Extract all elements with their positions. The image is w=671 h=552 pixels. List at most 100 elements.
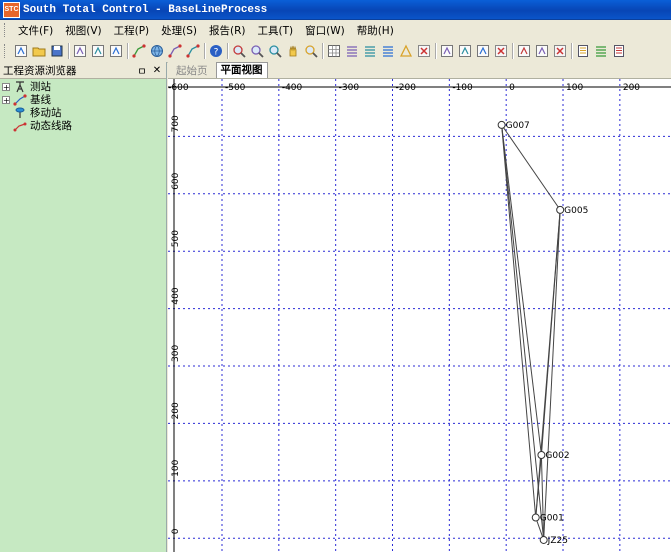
net-c-icon[interactable]: [476, 44, 491, 59]
menu-help[interactable]: 帮助(H): [351, 23, 400, 38]
toolbar-separator: [204, 43, 205, 59]
zoom-window-icon[interactable]: [304, 44, 319, 59]
error-icon[interactable]: [553, 44, 568, 59]
open-folder-icon[interactable]: [32, 44, 47, 59]
menu-tools[interactable]: 工具(T): [252, 23, 300, 38]
globe-icon[interactable]: [150, 44, 165, 59]
app-logo-icon: STC: [3, 1, 20, 18]
toolbar-separator: [68, 43, 69, 59]
toolbar: ?: [0, 40, 671, 63]
menu-view[interactable]: 视图(V): [59, 23, 107, 38]
station-label: G007: [506, 121, 530, 131]
baseline-node-icon: [13, 93, 27, 106]
tree-item-stations[interactable]: + 测站: [2, 80, 166, 93]
list-edit-icon[interactable]: [345, 44, 360, 59]
list-detail-icon[interactable]: [381, 44, 396, 59]
plan-view-canvas[interactable]: -600 -500 -400 -300 -200 -100 0 100 200 0 100 200 30…: [168, 79, 671, 552]
toolbar-separator: [571, 43, 572, 59]
menu-process[interactable]: 处理(S): [155, 23, 203, 38]
baseline-edge: [535, 209, 561, 518]
toolbar-separator: [435, 43, 436, 59]
tab-plan-view[interactable]: 平面视图: [215, 62, 268, 78]
level-icon[interactable]: [186, 44, 201, 59]
title-bar: STC South Total Control - BaseLineProces…: [0, 0, 671, 20]
net-b-icon[interactable]: [458, 44, 473, 59]
new-file-icon[interactable]: [14, 44, 29, 59]
station-point[interactable]: [497, 120, 506, 129]
tree-item-rover[interactable]: 移动站: [2, 106, 166, 119]
close-loop-icon[interactable]: [535, 44, 550, 59]
station-label: JZ25: [547, 536, 568, 546]
station-point[interactable]: [537, 450, 546, 459]
dynamic-route-icon: [13, 120, 27, 132]
toolbar-separator: [127, 43, 128, 59]
document-tabs: 起始页 平面视图: [168, 62, 671, 79]
x-tick-label: -300: [339, 83, 360, 93]
tree-item-dynamic-route[interactable]: 动态线路: [2, 119, 166, 132]
y-tick-label: 600: [171, 172, 181, 189]
toolbar-grip[interactable]: [4, 44, 8, 58]
x-tick-label: 100: [566, 83, 583, 93]
y-tick-label: 700: [171, 115, 181, 132]
station-point[interactable]: [556, 205, 565, 214]
triangle-icon[interactable]: [399, 44, 414, 59]
rover-icon: [13, 107, 27, 119]
svg-text:?: ?: [214, 48, 219, 58]
tree-item-baselines[interactable]: + 基线: [2, 93, 166, 106]
window-title: South Total Control - BaseLineProcess: [23, 3, 268, 16]
zoom-in-icon[interactable]: [232, 44, 247, 59]
coordinate-icon[interactable]: [168, 44, 183, 59]
x-tick-label: -500: [225, 83, 246, 93]
menu-report[interactable]: 报告(R): [203, 23, 252, 38]
list-icon[interactable]: [363, 44, 378, 59]
x-tick-label: -200: [396, 83, 417, 93]
station-icon: [13, 80, 27, 93]
station-point[interactable]: [531, 513, 540, 522]
baseline-edge: [501, 124, 545, 540]
y-tick-label: 200: [171, 402, 181, 419]
menu-bar: 文件(F) 视图(V) 工程(P) 处理(S) 报告(R) 工具(T) 窗口(W…: [0, 20, 671, 41]
menu-grip[interactable]: [4, 23, 8, 37]
x-tick-label: -400: [282, 83, 303, 93]
y-tick-label: 400: [171, 287, 181, 304]
y-tick-label: 500: [171, 230, 181, 247]
pin-icon[interactable]: ㅁ: [136, 63, 148, 78]
report-export-icon[interactable]: [612, 44, 627, 59]
menu-project[interactable]: 工程(P): [108, 23, 156, 38]
station-label: G001: [540, 514, 564, 524]
baseline-icon[interactable]: [132, 44, 147, 59]
toolbar-separator: [512, 43, 513, 59]
station-point[interactable]: [539, 535, 548, 544]
net-delete-icon[interactable]: [494, 44, 509, 59]
zoom-out-icon[interactable]: [250, 44, 265, 59]
adjust-icon[interactable]: [517, 44, 532, 59]
import-icon[interactable]: [73, 44, 88, 59]
report-icon[interactable]: [576, 44, 591, 59]
expand-icon[interactable]: +: [2, 82, 10, 91]
cross-icon[interactable]: [417, 44, 432, 59]
project-tree: + 测站 + 基线 移动站 动态线路: [0, 79, 166, 132]
save-icon[interactable]: [50, 44, 65, 59]
grid-icon[interactable]: [327, 44, 342, 59]
y-tick-label: 100: [171, 459, 181, 476]
net-a-icon[interactable]: [440, 44, 455, 59]
menu-file[interactable]: 文件(F): [12, 23, 59, 38]
pan-hand-icon[interactable]: [286, 44, 301, 59]
edit-icon[interactable]: [109, 44, 124, 59]
report-list-icon[interactable]: [594, 44, 609, 59]
menu-window[interactable]: 窗口(W): [299, 23, 351, 38]
tab-start-page[interactable]: 起始页: [172, 64, 212, 78]
zoom-all-icon[interactable]: [268, 44, 283, 59]
close-icon[interactable]: ✕: [151, 65, 163, 76]
tree-item-label: 动态线路: [30, 120, 72, 132]
panel-title: 工程资源浏览器: [3, 64, 77, 77]
expand-icon[interactable]: +: [2, 95, 10, 104]
x-tick-label: 200: [623, 83, 640, 93]
toolbar-separator: [322, 43, 323, 59]
baseline-edge: [501, 124, 537, 518]
print-preview-icon[interactable]: [91, 44, 106, 59]
help-icon[interactable]: ?: [209, 44, 224, 59]
plan-view-plot[interactable]: -600 -500 -400 -300 -200 -100 0 100 200 0 100 200 30…: [168, 79, 671, 552]
station-label: G002: [545, 451, 569, 461]
x-tick-label: -100: [452, 83, 473, 93]
